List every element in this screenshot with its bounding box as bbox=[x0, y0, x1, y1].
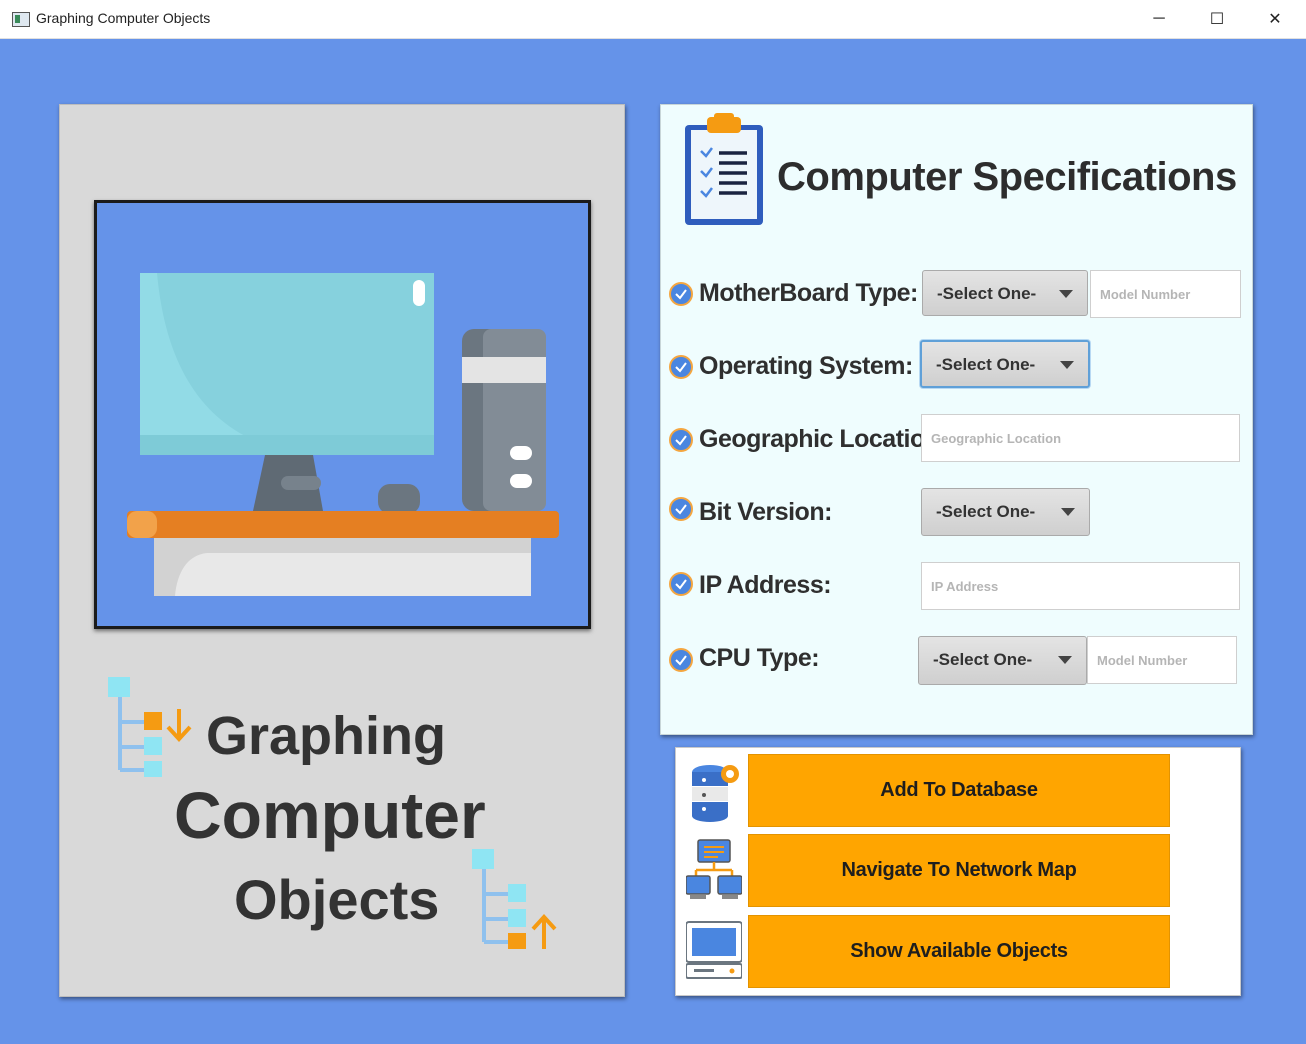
desktop-monitor-icon bbox=[686, 921, 742, 979]
os-select-value: -Select One- bbox=[936, 355, 1036, 374]
motherboard-check-icon bbox=[669, 282, 693, 306]
brand-line-3: Objects bbox=[234, 868, 440, 931]
location-label: Geographic Location: bbox=[699, 425, 948, 453]
window-title: Graphing Computer Objects bbox=[36, 10, 211, 26]
os-check-icon bbox=[669, 355, 693, 379]
computer-illustration-frame bbox=[94, 200, 591, 629]
brand-logo: Graphing Computer Objects bbox=[60, 665, 624, 985]
motherboard-label: MotherBoard Type: bbox=[699, 279, 918, 307]
cpu-check-icon bbox=[669, 648, 693, 672]
motherboard-model-input[interactable] bbox=[1091, 271, 1240, 317]
brand-panel: Graphing Computer Objects bbox=[59, 104, 625, 997]
brand-line-1: Graphing bbox=[206, 706, 446, 766]
clipboard-icon bbox=[685, 113, 763, 225]
close-button[interactable]: ✕ bbox=[1246, 0, 1304, 38]
ip-input[interactable] bbox=[922, 563, 1239, 609]
network-computers-icon bbox=[686, 839, 742, 899]
location-input[interactable] bbox=[922, 415, 1239, 461]
motherboard-select[interactable]: -Select One- bbox=[922, 270, 1088, 316]
chevron-down-icon bbox=[1061, 508, 1075, 516]
ip-check-icon bbox=[669, 572, 693, 596]
hierarchy-up-icon bbox=[472, 849, 557, 949]
specifications-title: Computer Specifications bbox=[777, 155, 1237, 199]
chevron-down-icon bbox=[1059, 290, 1073, 298]
database-gear-icon bbox=[692, 765, 739, 822]
app-icon bbox=[12, 12, 30, 27]
motherboard-select-value: -Select One- bbox=[937, 284, 1037, 303]
bit-version-select-value: -Select One- bbox=[936, 502, 1036, 521]
title-bar: Graphing Computer Objects ─ ☐ ✕ bbox=[0, 0, 1306, 39]
add-to-database-button[interactable]: Add To Database bbox=[748, 754, 1170, 827]
cpu-model-field[interactable] bbox=[1087, 636, 1237, 684]
cpu-model-input[interactable] bbox=[1088, 637, 1236, 683]
show-available-objects-button[interactable]: Show Available Objects bbox=[748, 915, 1170, 988]
location-check-icon bbox=[669, 428, 693, 452]
hierarchy-down-icon bbox=[108, 677, 192, 777]
bit-version-check-icon bbox=[669, 497, 693, 521]
brand-line-2: Computer bbox=[174, 778, 486, 852]
os-select[interactable]: -Select One- bbox=[920, 340, 1090, 388]
os-label: Operating System: bbox=[699, 352, 913, 380]
motherboard-model-field[interactable] bbox=[1090, 270, 1241, 318]
bit-version-select[interactable]: -Select One- bbox=[921, 488, 1090, 536]
ip-field[interactable] bbox=[921, 562, 1240, 610]
navigate-network-map-button[interactable]: Navigate To Network Map bbox=[748, 834, 1170, 907]
cpu-select-value: -Select One- bbox=[933, 650, 1033, 669]
minimize-button[interactable]: ─ bbox=[1130, 0, 1188, 38]
specifications-panel: Computer Specifications MotherBoard Type… bbox=[660, 104, 1253, 735]
chevron-down-icon bbox=[1058, 656, 1072, 664]
ip-label: IP Address: bbox=[699, 571, 832, 599]
desktop-computer-icon bbox=[127, 273, 559, 596]
cpu-label: CPU Type: bbox=[699, 644, 820, 672]
location-field[interactable] bbox=[921, 414, 1240, 462]
maximize-button[interactable]: ☐ bbox=[1188, 0, 1246, 38]
bit-version-label: Bit Version: bbox=[699, 498, 832, 526]
cpu-select[interactable]: -Select One- bbox=[918, 636, 1087, 685]
chevron-down-icon bbox=[1060, 361, 1074, 369]
actions-panel: Add To Database Navigate To Network Map … bbox=[675, 747, 1241, 996]
